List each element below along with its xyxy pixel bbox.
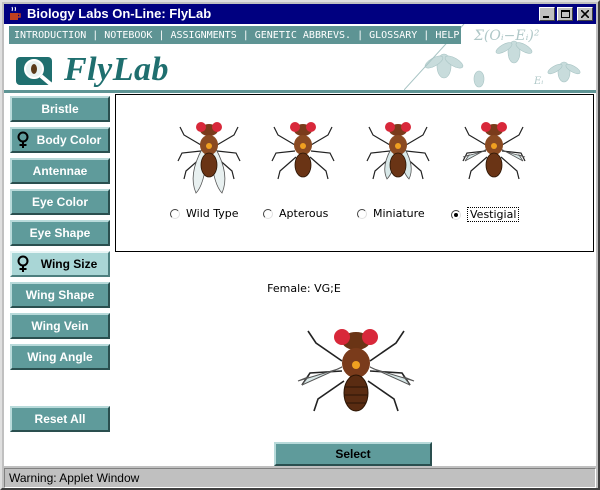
radio-indicator <box>263 208 273 219</box>
sidebar-item-label: Eye Shape <box>29 226 91 240</box>
sidebar-item-label: Eye Color <box>31 195 88 209</box>
fly-miniature-image[interactable] <box>363 105 433 195</box>
phenotype-panel: Wild Type Apterous Miniature Vestigial <box>115 94 594 252</box>
title-bar: Biology Labs On-Line: FlyLab <box>4 4 596 24</box>
fly-vestigial-image[interactable] <box>459 105 529 195</box>
radio-indicator <box>451 209 461 220</box>
radio-indicator <box>357 208 367 219</box>
window-title: Biology Labs On-Line: FlyLab <box>27 6 212 21</box>
radio-label: Apterous <box>279 207 329 220</box>
sidebar-item-eye-shape[interactable]: Eye Shape <box>10 220 110 246</box>
close-button[interactable] <box>577 7 593 21</box>
nav-assignments[interactable]: ASSIGNMENTS <box>170 30 236 41</box>
select-button[interactable]: Select <box>274 442 432 466</box>
nav-separator: | <box>423 29 430 41</box>
svg-text:Eᵢ: Eᵢ <box>533 76 543 87</box>
sidebar-item-label: Wing Angle <box>27 350 93 364</box>
sidebar-item-wing-vein[interactable]: Wing Vein <box>10 313 110 339</box>
radio-label: Vestigial <box>467 207 520 222</box>
fly-apterous-image[interactable] <box>268 105 338 195</box>
reset-all-label: Reset All <box>34 412 86 426</box>
sidebar-item-eye-color[interactable]: Eye Color <box>10 189 110 215</box>
logo-text: FlyLab <box>64 51 169 88</box>
svg-text:Σ(Oᵢ−Eᵢ)²: Σ(Oᵢ−Eᵢ)² <box>473 28 540 44</box>
sidebar-item-body-color[interactable]: Body Color <box>10 127 110 153</box>
nav-glossary[interactable]: GLOSSARY <box>369 30 417 41</box>
sidebar-item-wing-shape[interactable]: Wing Shape <box>10 282 110 308</box>
nav-notebook[interactable]: NOTEBOOK <box>104 30 152 41</box>
sidebar-item-label: Wing Shape <box>25 288 95 302</box>
top-nav: INTRODUCTION | NOTEBOOK | ASSIGNMENTS | GEN… <box>9 26 461 44</box>
magnifier-logo-icon <box>16 57 56 89</box>
app-window: Biology Labs On-Line: FlyLab Σ(Oᵢ−Eᵢ)² E… <box>0 0 600 490</box>
maximize-icon <box>560 10 570 18</box>
nav-separator: | <box>242 29 249 41</box>
minimize-icon <box>543 16 549 18</box>
female-symbol-icon <box>17 255 29 272</box>
header-divider <box>4 90 596 93</box>
maximize-button[interactable] <box>557 7 573 21</box>
sidebar-item-label: Wing Size <box>40 257 98 271</box>
nav-separator: | <box>92 29 99 41</box>
female-symbol-icon <box>17 131 29 148</box>
sidebar-item-label: Antennae <box>32 164 88 178</box>
result-fly-image <box>297 329 415 412</box>
radio-miniature[interactable]: Miniature <box>357 207 425 220</box>
applet-area: Σ(Oᵢ−Eᵢ)² Eᵢ INTRODUCTION | NOTEBOOK | ASS… <box>4 24 596 466</box>
nav-introduction[interactable]: INTRODUCTION <box>14 30 86 41</box>
radio-indicator <box>170 208 180 219</box>
nav-help[interactable]: HELP <box>435 30 459 41</box>
sidebar-item-bristle[interactable]: Bristle <box>10 96 110 122</box>
radio-label: Miniature <box>373 207 425 220</box>
sidebar-item-antennae[interactable]: Antennae <box>10 158 110 184</box>
radio-wild-type[interactable]: Wild Type <box>170 207 239 220</box>
fly-wild-type-image[interactable] <box>174 105 244 195</box>
select-label: Select <box>335 447 371 461</box>
java-cup-icon <box>10 6 21 20</box>
flylab-logo: FlyLab <box>14 50 314 90</box>
nav-genetic-abbrevs[interactable]: GENETIC ABBREVS. <box>255 30 351 41</box>
sidebar-item-wing-angle[interactable]: Wing Angle <box>10 344 110 370</box>
sidebar-item-wing-size[interactable]: Wing Size <box>10 251 110 277</box>
result-genotype-label: Female: VG;E <box>267 282 341 295</box>
close-icon <box>581 10 589 18</box>
sidebar-item-label: Body Color <box>36 133 102 147</box>
sidebar-item-label: Wing Vein <box>31 319 89 333</box>
reset-all-button[interactable]: Reset All <box>10 406 110 432</box>
radio-apterous[interactable]: Apterous <box>263 207 328 220</box>
nav-separator: | <box>158 29 165 41</box>
status-bar: Warning: Applet Window <box>4 468 596 488</box>
sidebar-item-label: Bristle <box>41 102 79 116</box>
nav-separator: | <box>357 29 364 41</box>
radio-label: Wild Type <box>186 207 239 220</box>
minimize-button[interactable] <box>539 7 555 21</box>
radio-vestigial[interactable]: Vestigial <box>451 207 520 222</box>
